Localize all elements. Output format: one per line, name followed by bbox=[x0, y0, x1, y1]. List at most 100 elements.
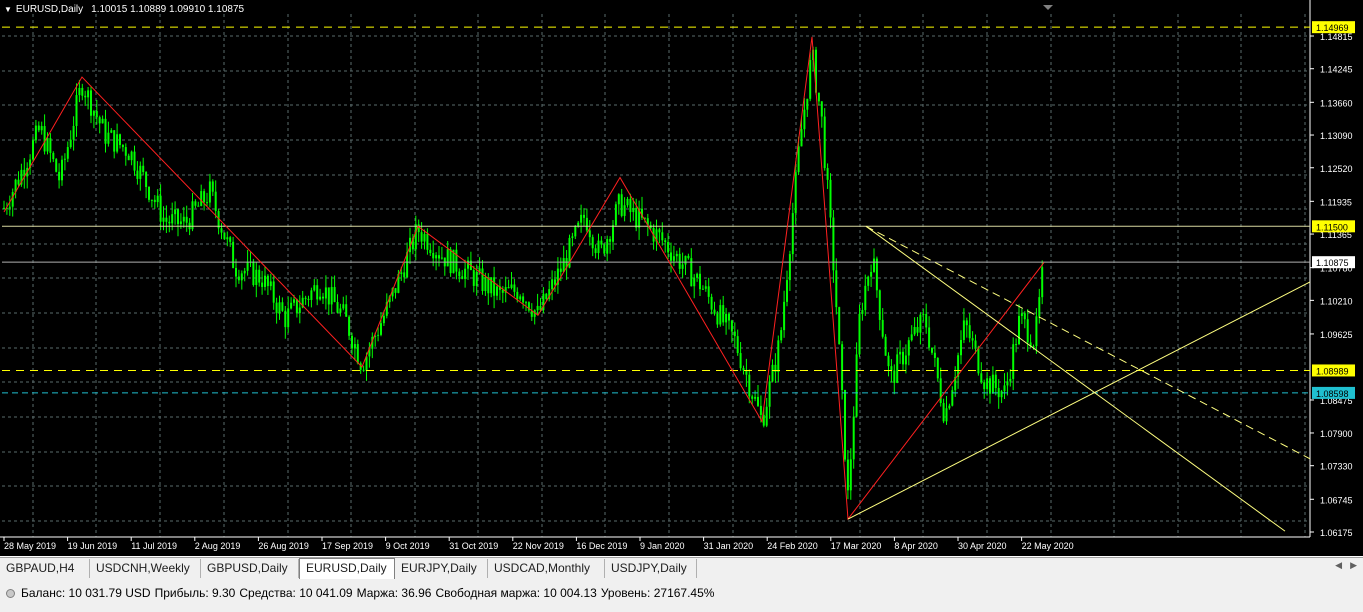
candle-body bbox=[3, 207, 5, 209]
candle-body bbox=[777, 340, 780, 372]
tab-eurusd-daily[interactable]: EURUSD,Daily bbox=[299, 558, 395, 579]
price-label: 1.07330 bbox=[1320, 462, 1353, 472]
tab-gbpaud-h4[interactable]: GBPAUD,H4 bbox=[0, 559, 90, 578]
candle-body bbox=[295, 299, 298, 314]
candle-body bbox=[583, 214, 585, 218]
candle-body bbox=[606, 239, 609, 254]
scroll-right-icon[interactable]: ▶ bbox=[1350, 560, 1357, 571]
candle-body bbox=[116, 134, 119, 152]
date-label: 16 Dec 2019 bbox=[576, 541, 627, 551]
candle-body bbox=[177, 209, 179, 224]
chart-canvas[interactable]: 1.14815 1.14245 1.13660 1.13090 1.12520 1.119… bbox=[0, 0, 1363, 556]
dropdown-arrow-icon[interactable]: ▼ bbox=[4, 5, 12, 14]
candle-body bbox=[455, 249, 458, 272]
candle-body bbox=[348, 316, 351, 336]
candle-body bbox=[284, 310, 287, 328]
tab-usdjpy-daily[interactable]: USDJPY,Daily bbox=[605, 559, 697, 578]
candle-body bbox=[707, 286, 710, 297]
candle-body bbox=[684, 255, 687, 265]
date-label: 9 Jan 2020 bbox=[640, 541, 685, 551]
candle-body bbox=[620, 194, 623, 216]
price-chart[interactable]: 1.14815 1.14245 1.13660 1.13090 1.12520 1.119… bbox=[0, 0, 1363, 556]
candle-body bbox=[710, 296, 713, 310]
candle-body bbox=[162, 217, 165, 222]
candle-body bbox=[46, 138, 49, 152]
candle-body bbox=[513, 284, 516, 292]
candle-body bbox=[90, 90, 92, 116]
candle-body bbox=[69, 139, 72, 148]
candle-body bbox=[449, 249, 452, 274]
symbol-timeframe: EURUSD,Daily bbox=[15, 4, 84, 15]
tab-scroll: ◀ ▶ bbox=[1335, 560, 1357, 571]
candle-body bbox=[55, 159, 58, 172]
candle-body bbox=[107, 132, 110, 144]
candle-body bbox=[855, 354, 858, 417]
candle-body bbox=[145, 172, 148, 187]
scroll-left-icon[interactable]: ◀ bbox=[1335, 560, 1342, 571]
date-label: 17 Mar 2020 bbox=[831, 541, 882, 551]
candle-body bbox=[800, 129, 803, 147]
candle-body bbox=[1012, 344, 1015, 379]
candle-body bbox=[545, 293, 548, 299]
candle-body bbox=[330, 287, 333, 305]
candle-body bbox=[849, 459, 852, 491]
candle-body bbox=[896, 354, 899, 383]
candle-body bbox=[829, 179, 832, 218]
candle-body bbox=[864, 285, 867, 311]
candle-body bbox=[632, 207, 635, 213]
price-level-tag-text: 1.08989 bbox=[1316, 366, 1349, 376]
candle-body bbox=[380, 323, 382, 335]
tab-gbpusd-daily[interactable]: GBPUSD,Daily bbox=[201, 559, 299, 578]
candle-body bbox=[362, 369, 365, 371]
candle-body bbox=[95, 111, 98, 118]
candle-body bbox=[275, 302, 278, 314]
candle-body bbox=[87, 90, 90, 98]
candle-body bbox=[197, 205, 200, 207]
candle-body bbox=[980, 373, 983, 383]
candle-body bbox=[174, 209, 177, 215]
date-label: 26 Aug 2019 bbox=[258, 541, 309, 551]
candle-body bbox=[730, 320, 733, 332]
candle-body bbox=[110, 130, 113, 133]
price-label: 1.07900 bbox=[1320, 429, 1353, 439]
candle-body bbox=[327, 287, 330, 305]
candle-body bbox=[1038, 297, 1041, 317]
candle-body bbox=[519, 296, 522, 300]
candle-body bbox=[994, 374, 997, 389]
tab-usdcad-monthly[interactable]: USDCAD,Monthly bbox=[488, 559, 605, 578]
candle-body bbox=[127, 155, 130, 161]
candle-body bbox=[304, 297, 307, 299]
candle-body bbox=[150, 199, 153, 201]
candle-body bbox=[322, 296, 324, 299]
candle-body bbox=[255, 269, 258, 286]
candle-body bbox=[797, 146, 800, 173]
candle-body bbox=[878, 290, 881, 320]
candle-body bbox=[272, 281, 275, 303]
candle-body bbox=[960, 339, 962, 356]
candle-body bbox=[791, 213, 794, 255]
candle-body bbox=[748, 374, 751, 397]
candle-body bbox=[989, 378, 991, 394]
candle-body bbox=[945, 408, 948, 422]
candle-body bbox=[931, 347, 933, 353]
candle-body bbox=[229, 237, 232, 242]
candle-body bbox=[66, 147, 69, 159]
candle-body bbox=[165, 217, 168, 222]
candle-body bbox=[739, 353, 742, 369]
candle-body bbox=[58, 171, 61, 181]
candle-body bbox=[754, 396, 757, 399]
tab-usdcnh-weekly[interactable]: USDCNH,Weekly bbox=[90, 559, 201, 578]
candle-body bbox=[298, 307, 301, 314]
candle-body bbox=[156, 195, 159, 203]
tab-eurjpy-daily[interactable]: EURJPY,Daily bbox=[395, 559, 488, 578]
candle-body bbox=[8, 206, 11, 209]
candle-body bbox=[554, 279, 556, 285]
candle-body bbox=[786, 280, 788, 302]
candle-body bbox=[400, 272, 403, 274]
candle-body bbox=[133, 151, 136, 171]
candle-body bbox=[168, 221, 171, 224]
candle-body bbox=[493, 277, 496, 296]
candle-body bbox=[873, 258, 875, 272]
candle-body bbox=[562, 258, 565, 272]
candle-body bbox=[211, 181, 214, 192]
